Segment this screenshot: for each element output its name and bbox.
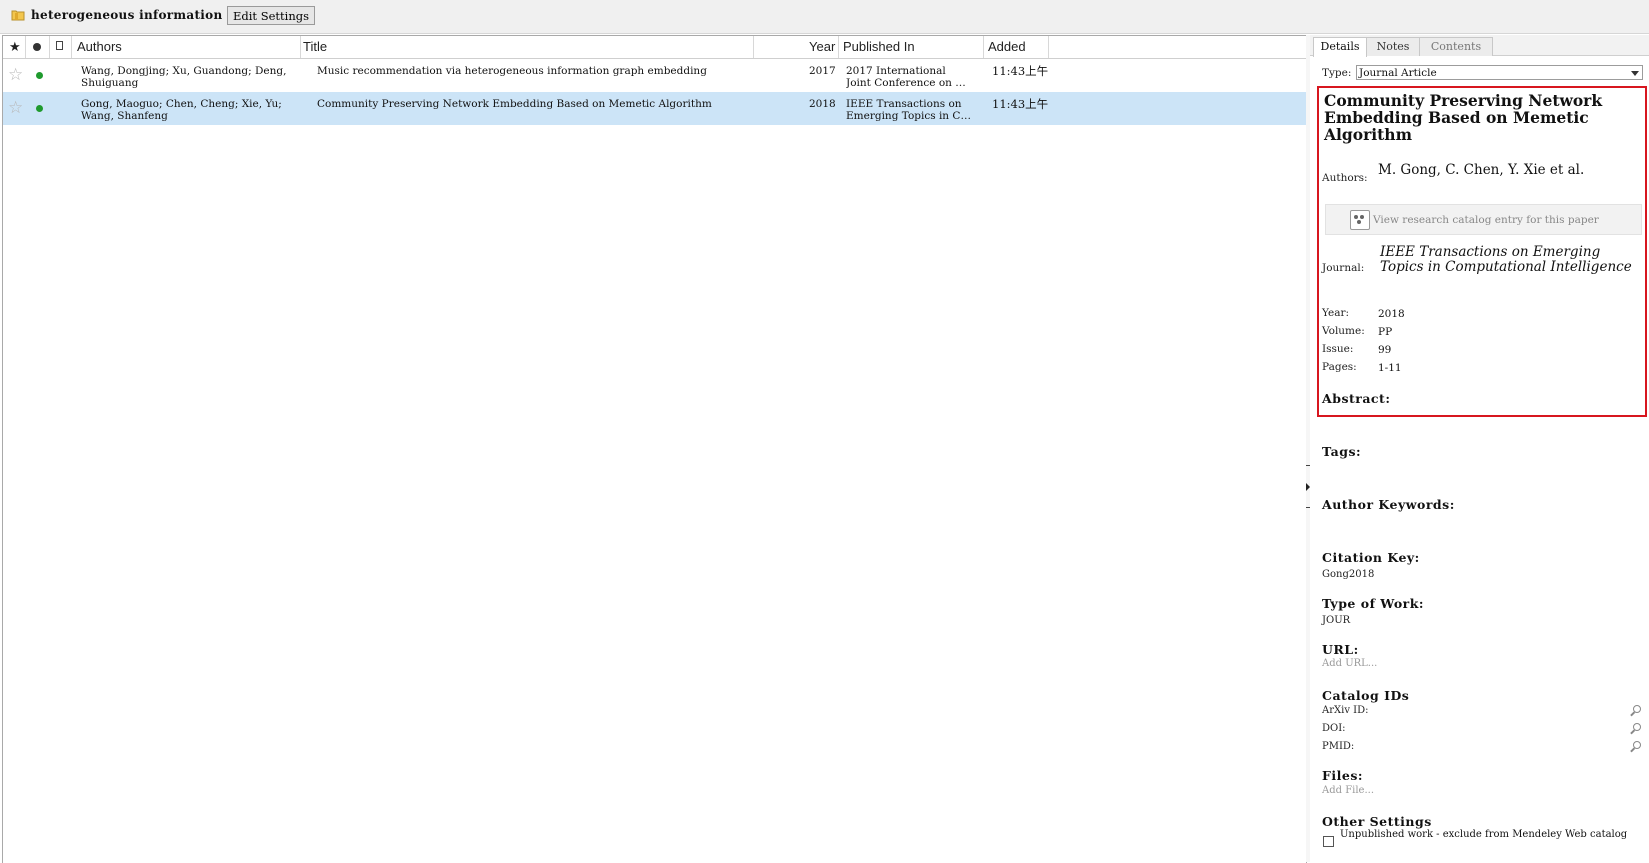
column-year[interactable]: Year bbox=[809, 39, 835, 54]
row-title: Community Preserving Network Embedding B… bbox=[317, 98, 712, 110]
row-authors: Gong, Maoguo; Chen, Cheng; Xie, Yu; Wang… bbox=[81, 98, 282, 122]
catalog-icon bbox=[1350, 210, 1370, 230]
volume-label: Volume: bbox=[1322, 325, 1365, 337]
row-year: 2018 bbox=[809, 98, 836, 110]
search-doi-icon[interactable] bbox=[1633, 723, 1641, 731]
pmid-label: PMID: bbox=[1322, 741, 1355, 752]
favorite-star-icon[interactable]: ☆ bbox=[8, 67, 23, 84]
doi-label: DOI: bbox=[1322, 723, 1346, 734]
column-authors[interactable]: Authors bbox=[77, 39, 122, 54]
collection-title: heterogeneous information bbox=[31, 8, 223, 22]
journal-label: Journal: bbox=[1322, 262, 1365, 274]
column-published-in[interactable]: Published In bbox=[843, 39, 915, 54]
list-header: ★ Authors Title Year Published In Added bbox=[3, 36, 1306, 59]
arxiv-id-label: ArXiv ID: bbox=[1322, 705, 1369, 716]
year-value[interactable]: 2018 bbox=[1378, 308, 1405, 320]
star-icon[interactable]: ★ bbox=[9, 39, 21, 55]
abstract-heading: Abstract: bbox=[1322, 391, 1391, 406]
catalog-ids-heading: Catalog IDs bbox=[1322, 688, 1410, 703]
type-of-work-heading: Type of Work: bbox=[1322, 596, 1425, 611]
column-added[interactable]: Added bbox=[988, 39, 1026, 54]
favorite-star-icon[interactable]: ☆ bbox=[8, 100, 23, 117]
search-pmid-icon[interactable] bbox=[1633, 741, 1641, 749]
row-added: 11:43上午 bbox=[992, 98, 1049, 110]
table-row[interactable]: ☆ Wang, Dongjing; Xu, Guandong; Deng, Sh… bbox=[3, 59, 1306, 92]
document-title[interactable]: Community Preserving Network Embedding B… bbox=[1324, 92, 1642, 143]
column-title[interactable]: Title bbox=[303, 39, 327, 54]
row-authors: Wang, Dongjing; Xu, Guandong; Deng, Shui… bbox=[81, 65, 287, 89]
document-list: ★ Authors Title Year Published In Added … bbox=[2, 35, 1307, 863]
edit-settings-button[interactable]: Edit Settings bbox=[227, 6, 315, 25]
search-arxiv-icon[interactable] bbox=[1633, 705, 1641, 713]
citation-key-value[interactable]: Gong2018 bbox=[1322, 569, 1374, 580]
top-toolbar: heterogeneous information Edit Settings bbox=[0, 0, 1649, 34]
read-status-dot[interactable] bbox=[36, 72, 43, 79]
authors-value[interactable]: M. Gong, C. Chen, Y. Xie et al. bbox=[1378, 162, 1633, 178]
issue-value[interactable]: 99 bbox=[1378, 344, 1391, 356]
row-published-in: 2017 International Joint Conference on … bbox=[846, 65, 966, 89]
add-file-field[interactable]: Add File... bbox=[1322, 785, 1374, 796]
view-catalog-entry-button[interactable]: View research catalog entry for this pap… bbox=[1325, 204, 1642, 235]
journal-value[interactable]: IEEE Transactions on Emerging Topics in … bbox=[1380, 245, 1635, 275]
catalog-button-label: View research catalog entry for this pap… bbox=[1373, 214, 1599, 226]
type-select[interactable]: Journal Article bbox=[1356, 65, 1643, 80]
chevron-down-icon bbox=[1631, 71, 1639, 76]
authors-label: Authors: bbox=[1322, 172, 1368, 184]
volume-value[interactable]: PP bbox=[1378, 326, 1392, 338]
row-year: 2017 bbox=[809, 65, 836, 77]
dot-icon[interactable] bbox=[33, 43, 41, 51]
url-heading: URL: bbox=[1322, 642, 1359, 657]
tab-contents[interactable]: Contents bbox=[1419, 37, 1493, 56]
other-settings-heading: Other Settings bbox=[1322, 814, 1432, 829]
tab-details[interactable]: Details bbox=[1313, 37, 1367, 57]
folder-icon bbox=[11, 10, 25, 21]
unpublished-label: Unpublished work - exclude from Mendeley… bbox=[1340, 829, 1628, 840]
files-heading: Files: bbox=[1322, 768, 1363, 783]
table-row-selected[interactable]: ☆ Gong, Maoguo; Chen, Cheng; Xie, Yu; Wa… bbox=[3, 92, 1306, 125]
url-field[interactable]: Add URL... bbox=[1322, 658, 1377, 669]
type-select-value: Journal Article bbox=[1359, 67, 1437, 79]
author-keywords-heading: Author Keywords: bbox=[1322, 497, 1455, 512]
pages-value[interactable]: 1-11 bbox=[1378, 362, 1402, 374]
details-pane: Details Notes Contents Type: Journal Art… bbox=[1310, 35, 1649, 862]
type-of-work-value[interactable]: JOUR bbox=[1322, 615, 1350, 626]
tags-heading: Tags: bbox=[1322, 444, 1362, 459]
row-added: 11:43上午 bbox=[992, 65, 1049, 77]
tab-notes[interactable]: Notes bbox=[1366, 37, 1420, 56]
row-published-in: IEEE Transactions on Emerging Topics in … bbox=[846, 98, 971, 122]
year-label: Year: bbox=[1322, 307, 1350, 319]
citation-key-heading: Citation Key: bbox=[1322, 550, 1420, 565]
read-status-dot[interactable] bbox=[36, 105, 43, 112]
pages-label: Pages: bbox=[1322, 361, 1357, 373]
document-icon[interactable] bbox=[56, 41, 63, 50]
details-tabs: Details Notes Contents bbox=[1310, 35, 1649, 57]
issue-label: Issue: bbox=[1322, 343, 1354, 355]
unpublished-checkbox[interactable] bbox=[1323, 836, 1334, 847]
type-label: Type: bbox=[1322, 67, 1352, 79]
row-title: Music recommendation via heterogeneous i… bbox=[317, 65, 707, 77]
